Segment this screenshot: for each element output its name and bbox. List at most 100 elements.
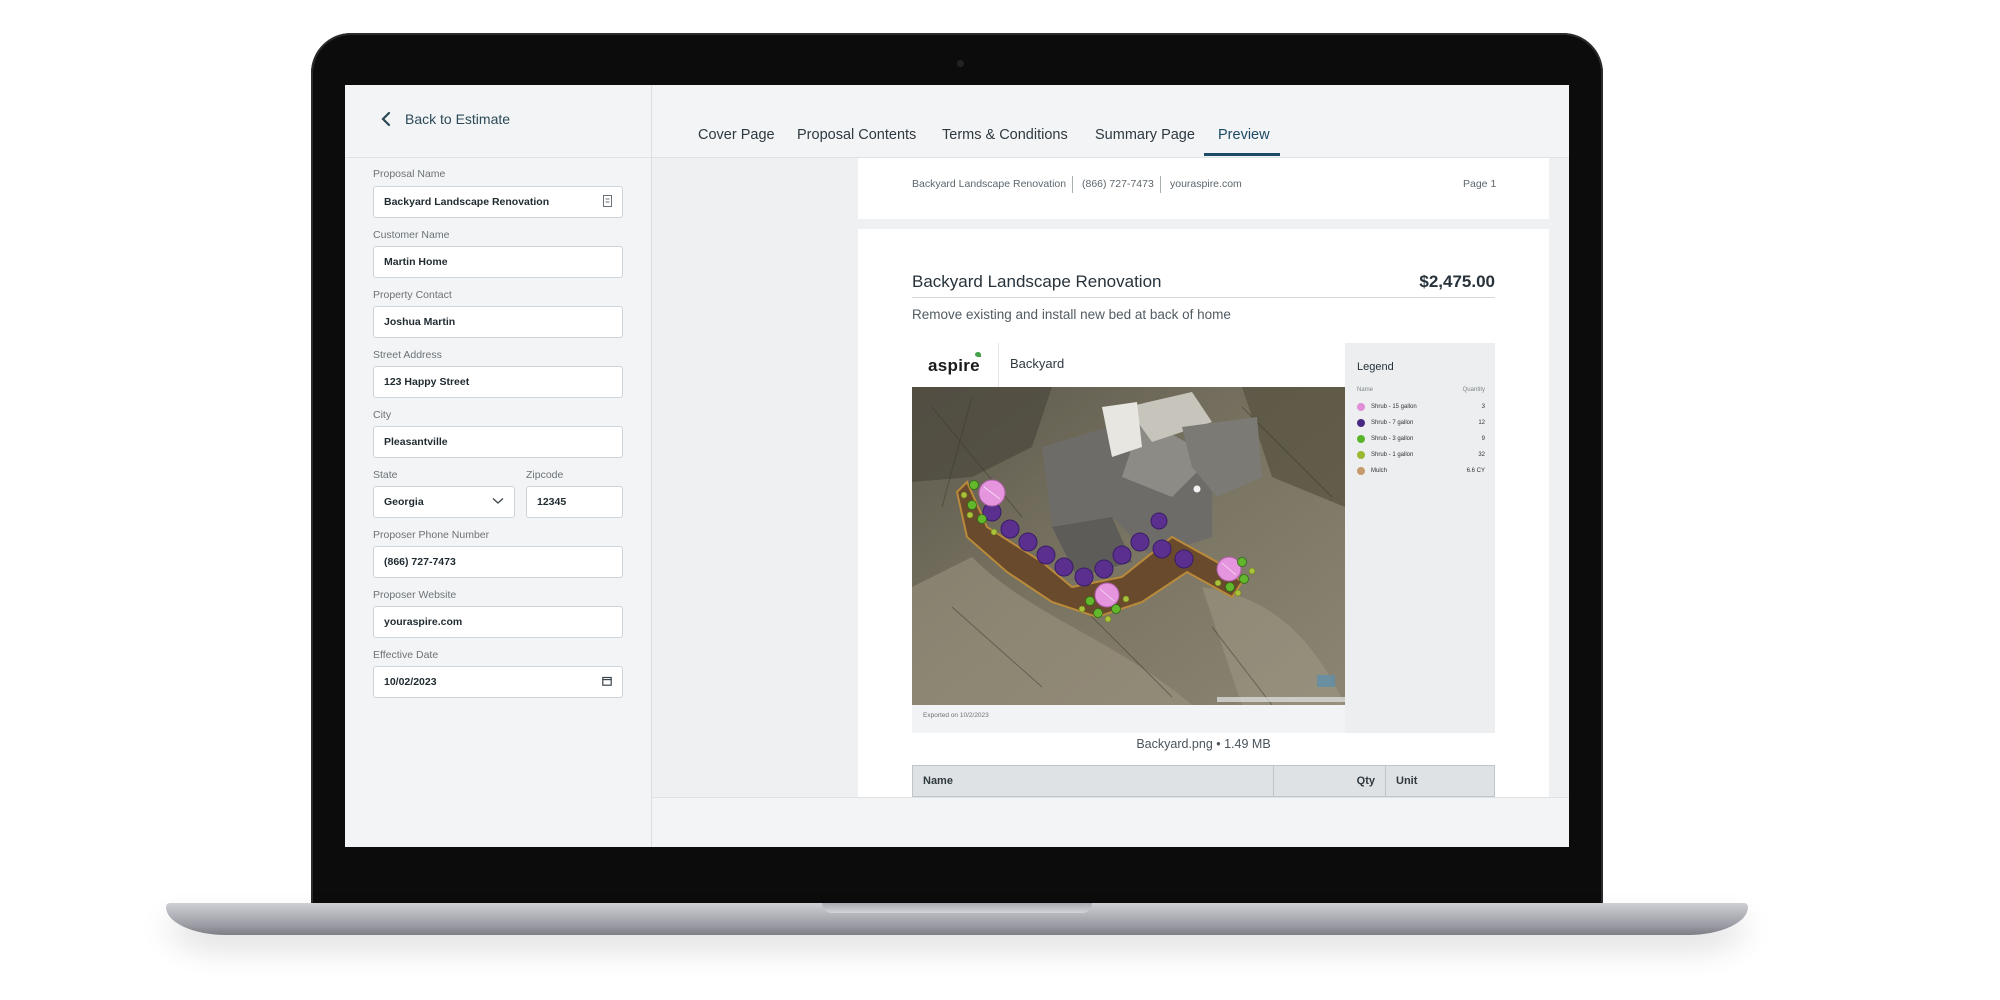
aspire-logo: aspire <box>928 356 980 375</box>
preview-page-header: Backyard Landscape Renovation (866) 727-… <box>858 158 1549 219</box>
zipcode-field[interactable]: 12345 <box>526 486 623 518</box>
state-select[interactable]: Georgia <box>373 486 515 518</box>
tab-proposal-contents[interactable]: Proposal Contents <box>797 127 916 143</box>
legend-item-quantity: 6.6 CY <box>1466 468 1485 474</box>
column-header-qty: Qty <box>1356 775 1375 787</box>
file-caption: Backyard.png • 1.49 MB <box>1136 737 1271 751</box>
effective-date-value: 10/02/2023 <box>384 676 437 688</box>
chevron-left-icon <box>381 111 391 127</box>
zipcode-label: Zipcode <box>526 469 564 481</box>
document-icon <box>603 194 612 210</box>
property-contact-field[interactable]: Joshua Martin <box>373 306 623 338</box>
proposal-name-value: Backyard Landscape Renovation <box>384 196 550 208</box>
tab-cover-page[interactable]: Cover Page <box>698 127 775 143</box>
customer-name-value: Martin Home <box>384 256 448 268</box>
tab-bar: Cover Page Proposal Contents Terms & Con… <box>652 85 1569 158</box>
legend-item-quantity: 9 <box>1481 436 1485 442</box>
exported-date: Exported on 10/2/2023 <box>923 712 989 719</box>
tab-terms-conditions[interactable]: Terms & Conditions <box>942 127 1068 143</box>
main-area: Cover Page Proposal Contents Terms & Con… <box>652 85 1569 847</box>
city-label: City <box>373 409 392 421</box>
logo-leaf-icon <box>975 352 981 357</box>
legend-item-quantity: 3 <box>1481 404 1485 410</box>
legend-item-name: Shrub - 1 gallon <box>1371 452 1414 458</box>
section-title: Backyard Landscape Renovation <box>912 272 1162 291</box>
city-value: Pleasantville <box>384 436 448 448</box>
header-divider <box>998 343 999 387</box>
legend-item-name: Shrub - 7 gallon <box>1371 420 1414 426</box>
calendar-icon[interactable] <box>602 676 612 689</box>
legend-item-name: Shrub - 3 gallon <box>1371 436 1414 442</box>
legend-title: Legend <box>1357 361 1394 373</box>
legend-item: Shrub - 1 gallon 32 <box>1357 449 1485 461</box>
site-plan-card: aspire Backyard Exported on 10/2/2023 Le… <box>912 343 1495 733</box>
column-header-name: Name <box>923 775 953 787</box>
header-page-number: Page 1 <box>1463 178 1497 190</box>
legend-item-quantity: 12 <box>1478 420 1485 426</box>
section-price: $2,475.00 <box>1419 272 1495 291</box>
proposer-website-label: Proposer Website <box>373 589 457 601</box>
header-website: youraspire.com <box>1170 178 1242 190</box>
preview-page: Backyard Landscape Renovation $2,475.00 … <box>858 229 1549 797</box>
proposer-website-value: youraspire.com <box>384 616 463 628</box>
tab-summary-page[interactable]: Summary Page <box>1095 127 1195 143</box>
legend-swatch-icon <box>1357 403 1365 411</box>
effective-date-label: Effective Date <box>373 649 439 661</box>
back-label: Back to Estimate <box>405 111 511 127</box>
street-address-value: 123 Happy Street <box>384 376 470 388</box>
bottom-bar <box>652 797 1569 847</box>
city-field[interactable]: Pleasantville <box>373 426 623 458</box>
chevron-down-icon <box>492 496 504 508</box>
proposer-phone-field[interactable]: (866) 727-7473 <box>373 546 623 578</box>
street-address-label: Street Address <box>373 349 442 361</box>
zipcode-value: 12345 <box>537 496 567 508</box>
customer-name-label: Customer Name <box>373 229 450 241</box>
legend-item-name: Mulch <box>1371 468 1388 474</box>
laptop-notch <box>822 903 1092 913</box>
legend-col-name: Name <box>1357 387 1374 393</box>
webcam <box>957 60 964 67</box>
proposal-form-panel: Back to Estimate Proposal Name Backyard … <box>345 85 652 847</box>
legend-swatch-icon <box>1357 451 1365 459</box>
title-divider <box>912 297 1495 298</box>
site-plan-label: Backyard <box>1010 356 1065 371</box>
column-divider <box>1385 766 1386 797</box>
header-divider <box>1160 176 1161 193</box>
legend-item-name: Shrub - 15 gallon <box>1371 404 1417 410</box>
property-contact-value: Joshua Martin <box>384 316 456 328</box>
line-items-table-header: Name Qty Unit <box>912 765 1495 797</box>
tab-preview[interactable]: Preview <box>1218 127 1270 143</box>
state-label: State <box>373 469 398 481</box>
divider <box>345 157 651 158</box>
header-phone: (866) 727-7473 <box>1082 178 1154 190</box>
proposer-phone-value: (866) 727-7473 <box>384 556 456 568</box>
header-divider <box>1072 176 1073 193</box>
proposer-phone-label: Proposer Phone Number <box>373 529 490 541</box>
proposer-website-field[interactable]: youraspire.com <box>373 606 623 638</box>
site-plan-header: aspire Backyard <box>912 343 1345 387</box>
legend-col-quantity: Quantity <box>1462 387 1485 393</box>
back-to-estimate-link[interactable]: Back to Estimate <box>381 107 510 131</box>
section-description: Remove existing and install new bed at b… <box>912 307 1231 322</box>
column-header-unit: Unit <box>1396 775 1418 787</box>
legend-swatch-icon <box>1357 419 1365 427</box>
customer-name-field[interactable]: Martin Home <box>373 246 623 278</box>
proposal-name-field[interactable]: Backyard Landscape Renovation <box>373 186 623 218</box>
app-screen: Back to Estimate Proposal Name Backyard … <box>345 85 1569 847</box>
proposal-name-label: Proposal Name <box>373 168 446 180</box>
state-value: Georgia <box>384 496 424 508</box>
legend-item: Shrub - 3 gallon 9 <box>1357 433 1485 445</box>
street-address-field[interactable]: 123 Happy Street <box>373 366 623 398</box>
legend-swatch-icon <box>1357 435 1365 443</box>
legend-swatch-icon <box>1357 467 1365 475</box>
property-contact-label: Property Contact <box>373 289 452 301</box>
effective-date-field[interactable]: 10/02/2023 <box>373 666 623 698</box>
aerial-site-plan-image <box>912 387 1345 705</box>
legend-item: Mulch 6.6 CY <box>1357 465 1485 477</box>
column-divider <box>1273 766 1274 797</box>
legend-panel: Legend Name Quantity Shrub - 15 gallon 3 S… <box>1345 343 1495 733</box>
legend-item-quantity: 32 <box>1478 452 1485 458</box>
legend-item: Shrub - 15 gallon 3 <box>1357 401 1485 413</box>
header-title: Backyard Landscape Renovation <box>912 178 1067 190</box>
active-tab-indicator <box>1204 153 1280 156</box>
